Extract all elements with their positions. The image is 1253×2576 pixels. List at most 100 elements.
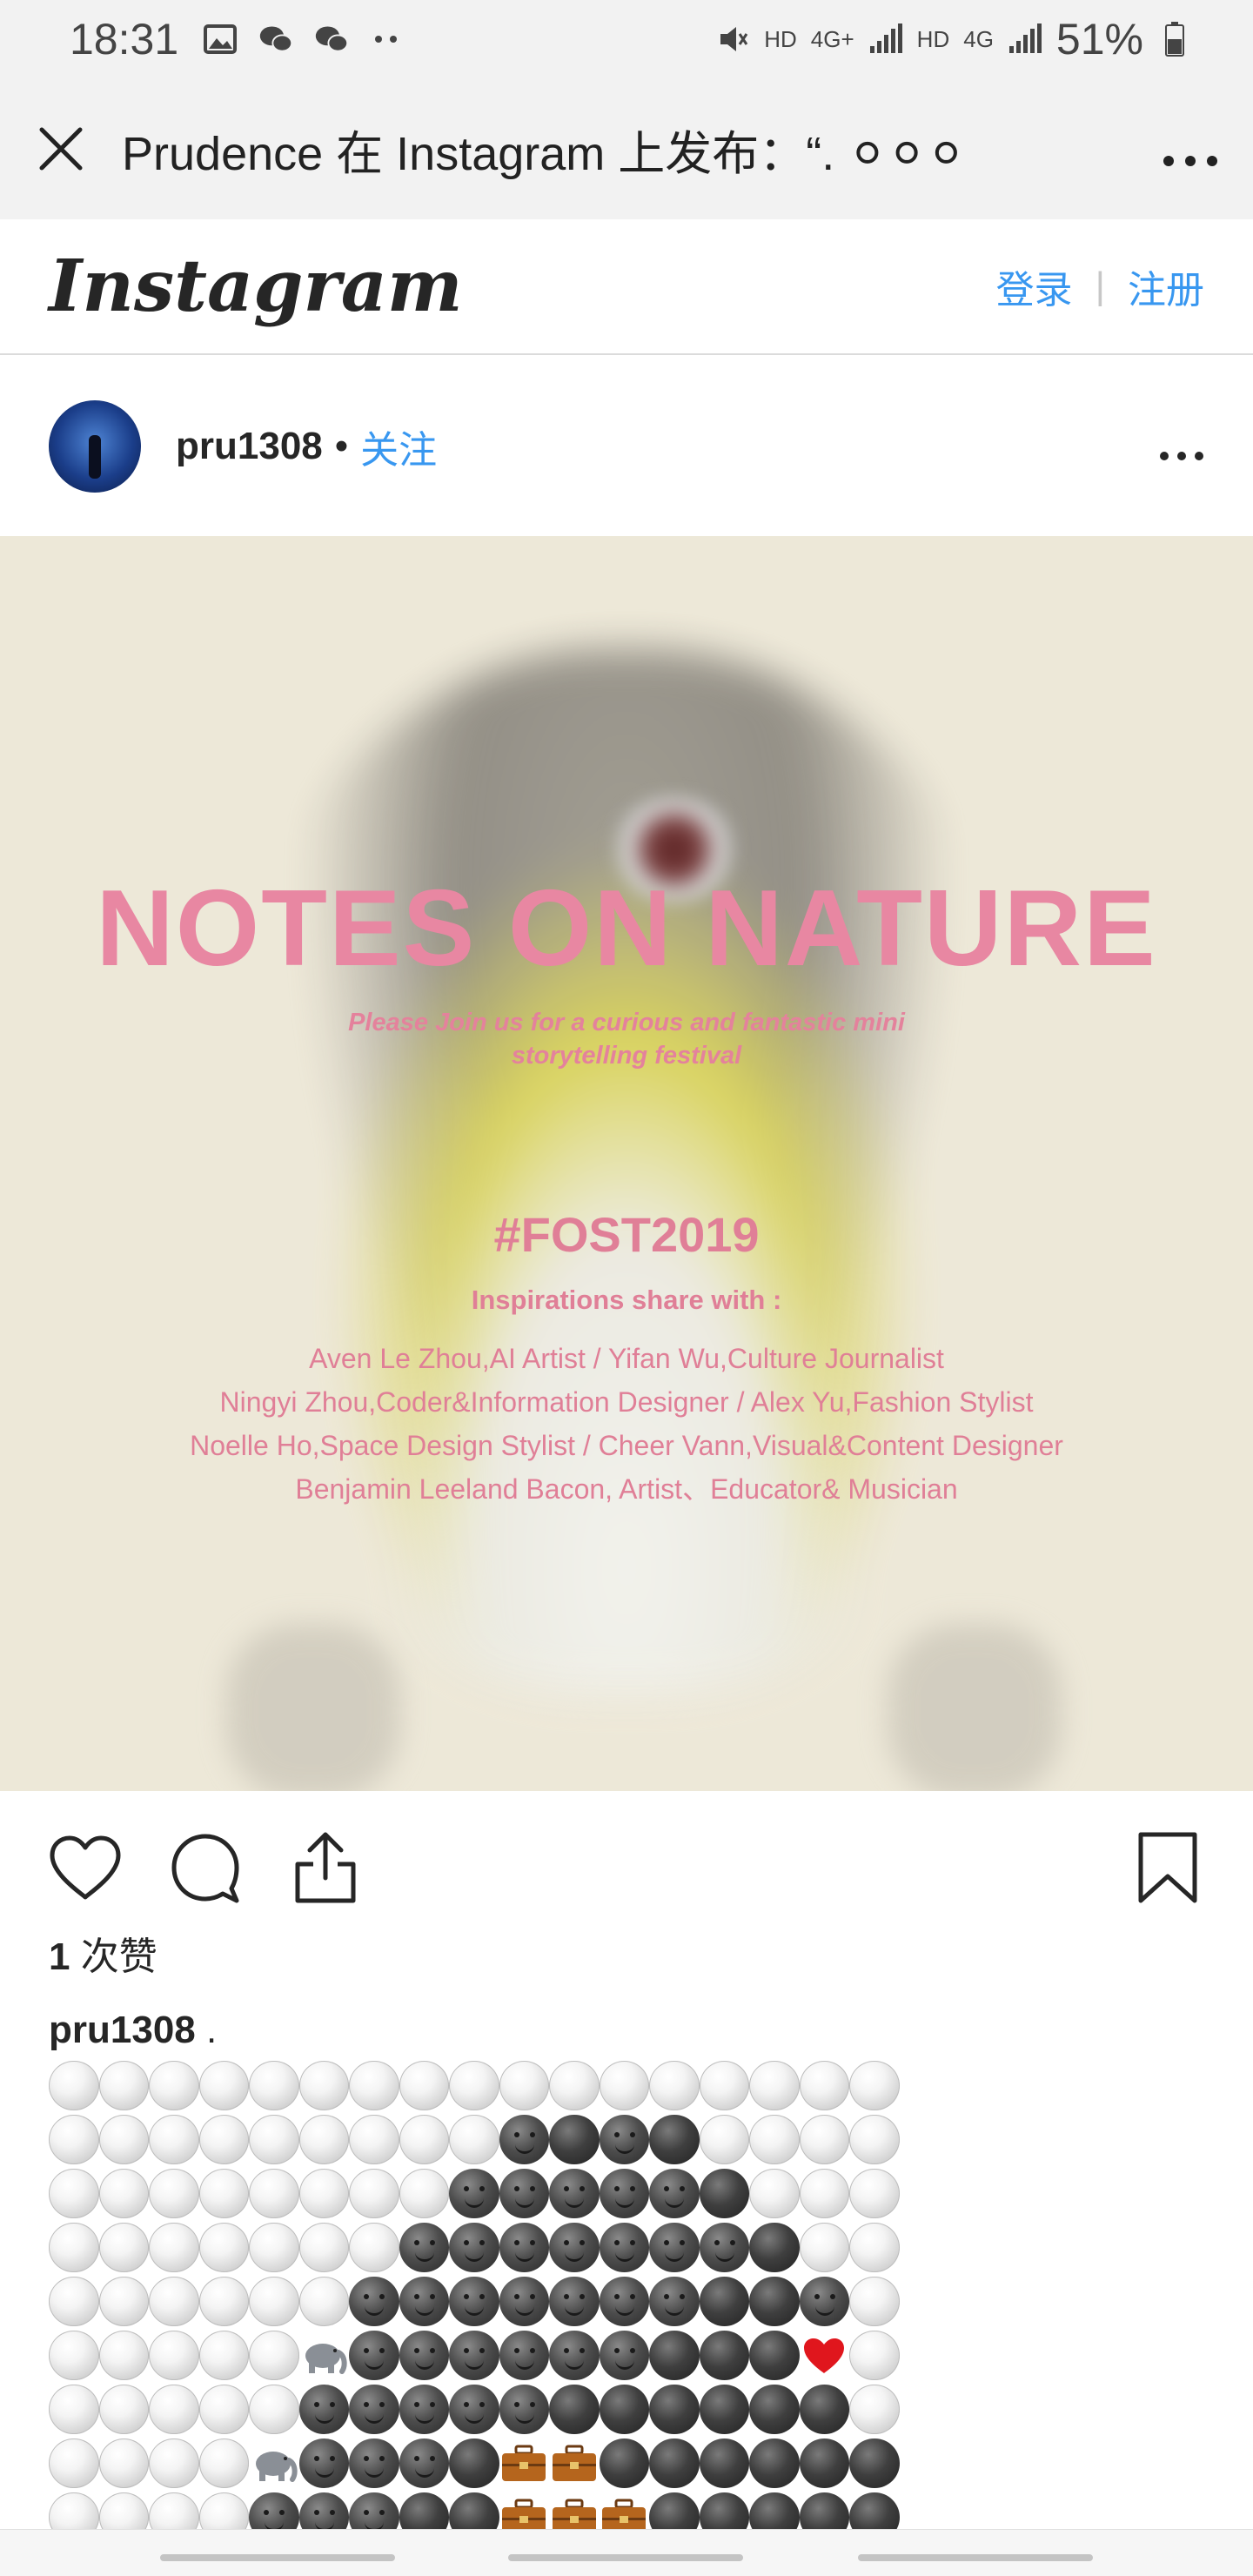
new-moon-emoji [799,2385,849,2434]
new-moon-face-emoji [399,2331,449,2380]
new-moon-emoji [699,2277,749,2326]
briefcase-emoji [549,2438,600,2488]
nav-handle[interactable] [508,2554,743,2561]
new-moon-emoji [699,2438,749,2488]
follow-button[interactable]: 关注 [360,419,437,474]
white-moon-emoji [849,2061,900,2110]
white-moon-emoji [98,2223,149,2272]
instagram-logo[interactable]: Instagram [49,245,463,328]
white-moon-emoji [98,2169,149,2218]
emoji-row [49,2331,901,2385]
instagram-header: Instagram 登录 | 注册 [0,219,1253,355]
share-icon[interactable] [289,1831,362,1904]
white-moon-emoji [298,2115,349,2164]
white-moon-emoji [749,2061,800,2110]
new-moon-face-emoji [499,2169,549,2218]
signal-icon [868,22,903,57]
new-moon-face-emoji [599,2223,649,2272]
notification-icons [203,22,405,57]
new-moon-emoji [649,2331,700,2380]
white-moon-emoji [49,2115,99,2164]
poster-subtitle-line2: storytelling festival [511,1042,742,1070]
more-horizontal-icon[interactable] [1163,119,1218,179]
new-moon-face-emoji [349,2438,399,2488]
wechat-icon [258,22,293,57]
white-moon-emoji [849,2115,900,2164]
white-moon-emoji [649,2061,700,2110]
white-moon-emoji [349,2061,399,2110]
battery-icon [1157,22,1192,57]
signup-link[interactable]: 注册 [1128,258,1204,314]
white-moon-emoji [699,2061,749,2110]
speaker-line: Noelle Ho,Space Design Stylist / Cheer V… [190,1430,1063,1461]
caption-username[interactable]: pru1308 [49,2009,196,2051]
new-moon-emoji [749,2331,800,2380]
likes-label: 次赞 [70,1935,157,1978]
new-moon-emoji [749,2492,800,2531]
new-moon-emoji [749,2438,800,2488]
close-icon[interactable] [35,123,87,175]
wechat-icon [314,22,349,57]
post-actions [0,1791,1253,1944]
white-moon-emoji [399,2169,449,2218]
white-moon-emoji [98,2115,149,2164]
elephant-emoji [249,2438,299,2488]
new-moon-face-emoji [549,2331,600,2380]
post-image[interactable]: NOTES ON NATURE Please Join us for a cur… [0,536,1253,1791]
new-moon-emoji [649,2438,700,2488]
new-moon-face-emoji [399,2438,449,2488]
new-moon-face-emoji [649,2223,700,2272]
heart-icon[interactable] [49,1831,122,1904]
speaker-line: Aven Le Zhou,AI Artist / Yifan Wu,Cultur… [309,1343,944,1374]
white-moon-emoji [849,2169,900,2218]
white-moon-emoji [599,2061,649,2110]
likes-count[interactable]: 1 次赞 [49,1925,157,1981]
white-moon-emoji [98,2331,149,2380]
white-moon-emoji [149,2115,199,2164]
white-moon-emoji [399,2115,449,2164]
white-moon-emoji [449,2061,499,2110]
bottom-navigation-bar [0,2529,1253,2576]
auth-separator: | [1095,265,1105,307]
white-moon-emoji [298,2169,349,2218]
poster-speakers: Aven Le Zhou,AI Artist / Yifan Wu,Cultur… [0,1337,1253,1511]
new-moon-emoji [849,2438,900,2488]
post-options-icon[interactable] [1159,421,1204,472]
status-bar: 18:31 HD 4G+ HD 4G 51% [0,0,1253,78]
speaker-line: Ningyi Zhou,Coder&Information Designer /… [219,1386,1034,1418]
white-moon-emoji [98,2385,149,2434]
white-moon-emoji [849,2223,900,2272]
caption: pru1308 . [49,2009,217,2052]
white-moon-emoji [349,2115,399,2164]
white-moon-emoji [249,2385,299,2434]
white-moon-emoji [799,2115,849,2164]
new-moon-emoji [549,2385,600,2434]
new-moon-face-emoji [699,2223,749,2272]
white-moon-emoji [98,2438,149,2488]
avatar[interactable] [49,400,141,493]
white-moon-emoji [699,2115,749,2164]
network-label-4gplus: 4G+ [810,25,854,52]
bookmark-icon[interactable] [1131,1831,1204,1904]
briefcase-emoji [549,2492,600,2531]
caption-text: . [195,2009,218,2051]
new-moon-emoji [699,2385,749,2434]
new-moon-face-emoji [399,2277,449,2326]
emoji-row [49,2385,901,2438]
new-moon-face-emoji [499,2115,549,2164]
post-username[interactable]: pru1308 [176,425,323,468]
new-moon-face-emoji [349,2492,399,2531]
white-moon-emoji [149,2385,199,2434]
new-moon-emoji [599,2385,649,2434]
nav-handle[interactable] [160,2554,395,2561]
new-moon-face-emoji [449,2223,499,2272]
poster-inspirations: Inspirations share with : [471,1285,782,1315]
nav-handle[interactable] [858,2554,1093,2561]
login-link[interactable]: 登录 [996,258,1073,314]
comment-icon[interactable] [169,1831,242,1904]
network-label-hd2: HD [916,25,950,52]
white-moon-emoji [49,2061,99,2110]
white-moon-emoji [149,2223,199,2272]
white-moon-emoji [98,2277,149,2326]
new-moon-emoji [699,2331,749,2380]
